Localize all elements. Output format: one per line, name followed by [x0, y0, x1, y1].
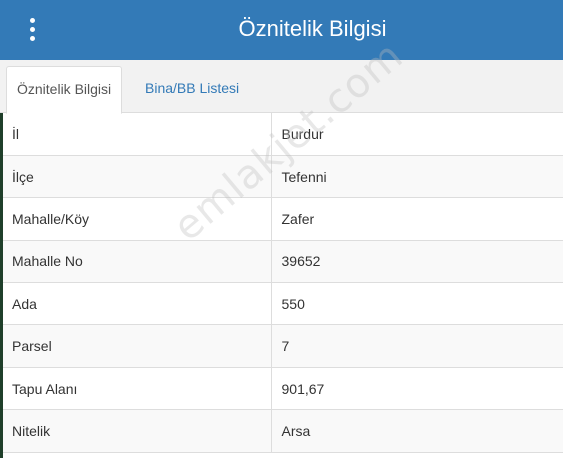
- table-row: İlçe Tefenni: [3, 155, 563, 199]
- attribute-value: 7: [270, 324, 563, 368]
- table-row: İl Burdur: [3, 113, 563, 156]
- attribute-value: 901,67: [270, 367, 563, 411]
- attribute-value: 550: [270, 282, 563, 326]
- attribute-key: Parsel: [3, 324, 271, 368]
- table-row: Parsel 7: [3, 324, 563, 368]
- table-row: Mahalle No 39652: [3, 240, 563, 284]
- attribute-value: Burdur: [270, 113, 563, 156]
- attribute-value: Tefenni: [270, 155, 563, 199]
- attribute-key: Tapu Alanı: [3, 367, 271, 411]
- tab-bina-bb-listesi[interactable]: Bina/BB Listesi: [135, 66, 249, 113]
- app-header: Öznitelik Bilgisi: [0, 0, 563, 60]
- table-row: Nitelik Arsa: [3, 409, 563, 453]
- attribute-key: İlçe: [3, 155, 271, 199]
- attribute-key: Mahalle No: [3, 240, 271, 284]
- tab-oznitelik-bilgisi[interactable]: Öznitelik Bilgisi: [6, 66, 123, 114]
- attribute-key: İl: [3, 113, 271, 156]
- attribute-key: Nitelik: [3, 409, 271, 453]
- attribute-key: Mahalle/Köy: [3, 197, 271, 241]
- table-row: Tapu Alanı 901,67: [3, 367, 563, 411]
- attribute-value: Arsa: [270, 409, 563, 453]
- table-row: Ada 550: [3, 282, 563, 326]
- attribute-value: 39652: [270, 240, 563, 284]
- tab-bar: Öznitelik Bilgisi Bina/BB Listesi: [0, 60, 563, 114]
- attribute-key: Ada: [3, 282, 271, 326]
- page-title: Öznitelik Bilgisi: [238, 16, 387, 41]
- attribute-value: Zafer: [270, 197, 563, 241]
- attribute-table: İl Burdur İlçe Tefenni Mahalle/Köy Zafer…: [3, 113, 563, 453]
- table-row: Mahalle/Köy Zafer: [3, 197, 563, 241]
